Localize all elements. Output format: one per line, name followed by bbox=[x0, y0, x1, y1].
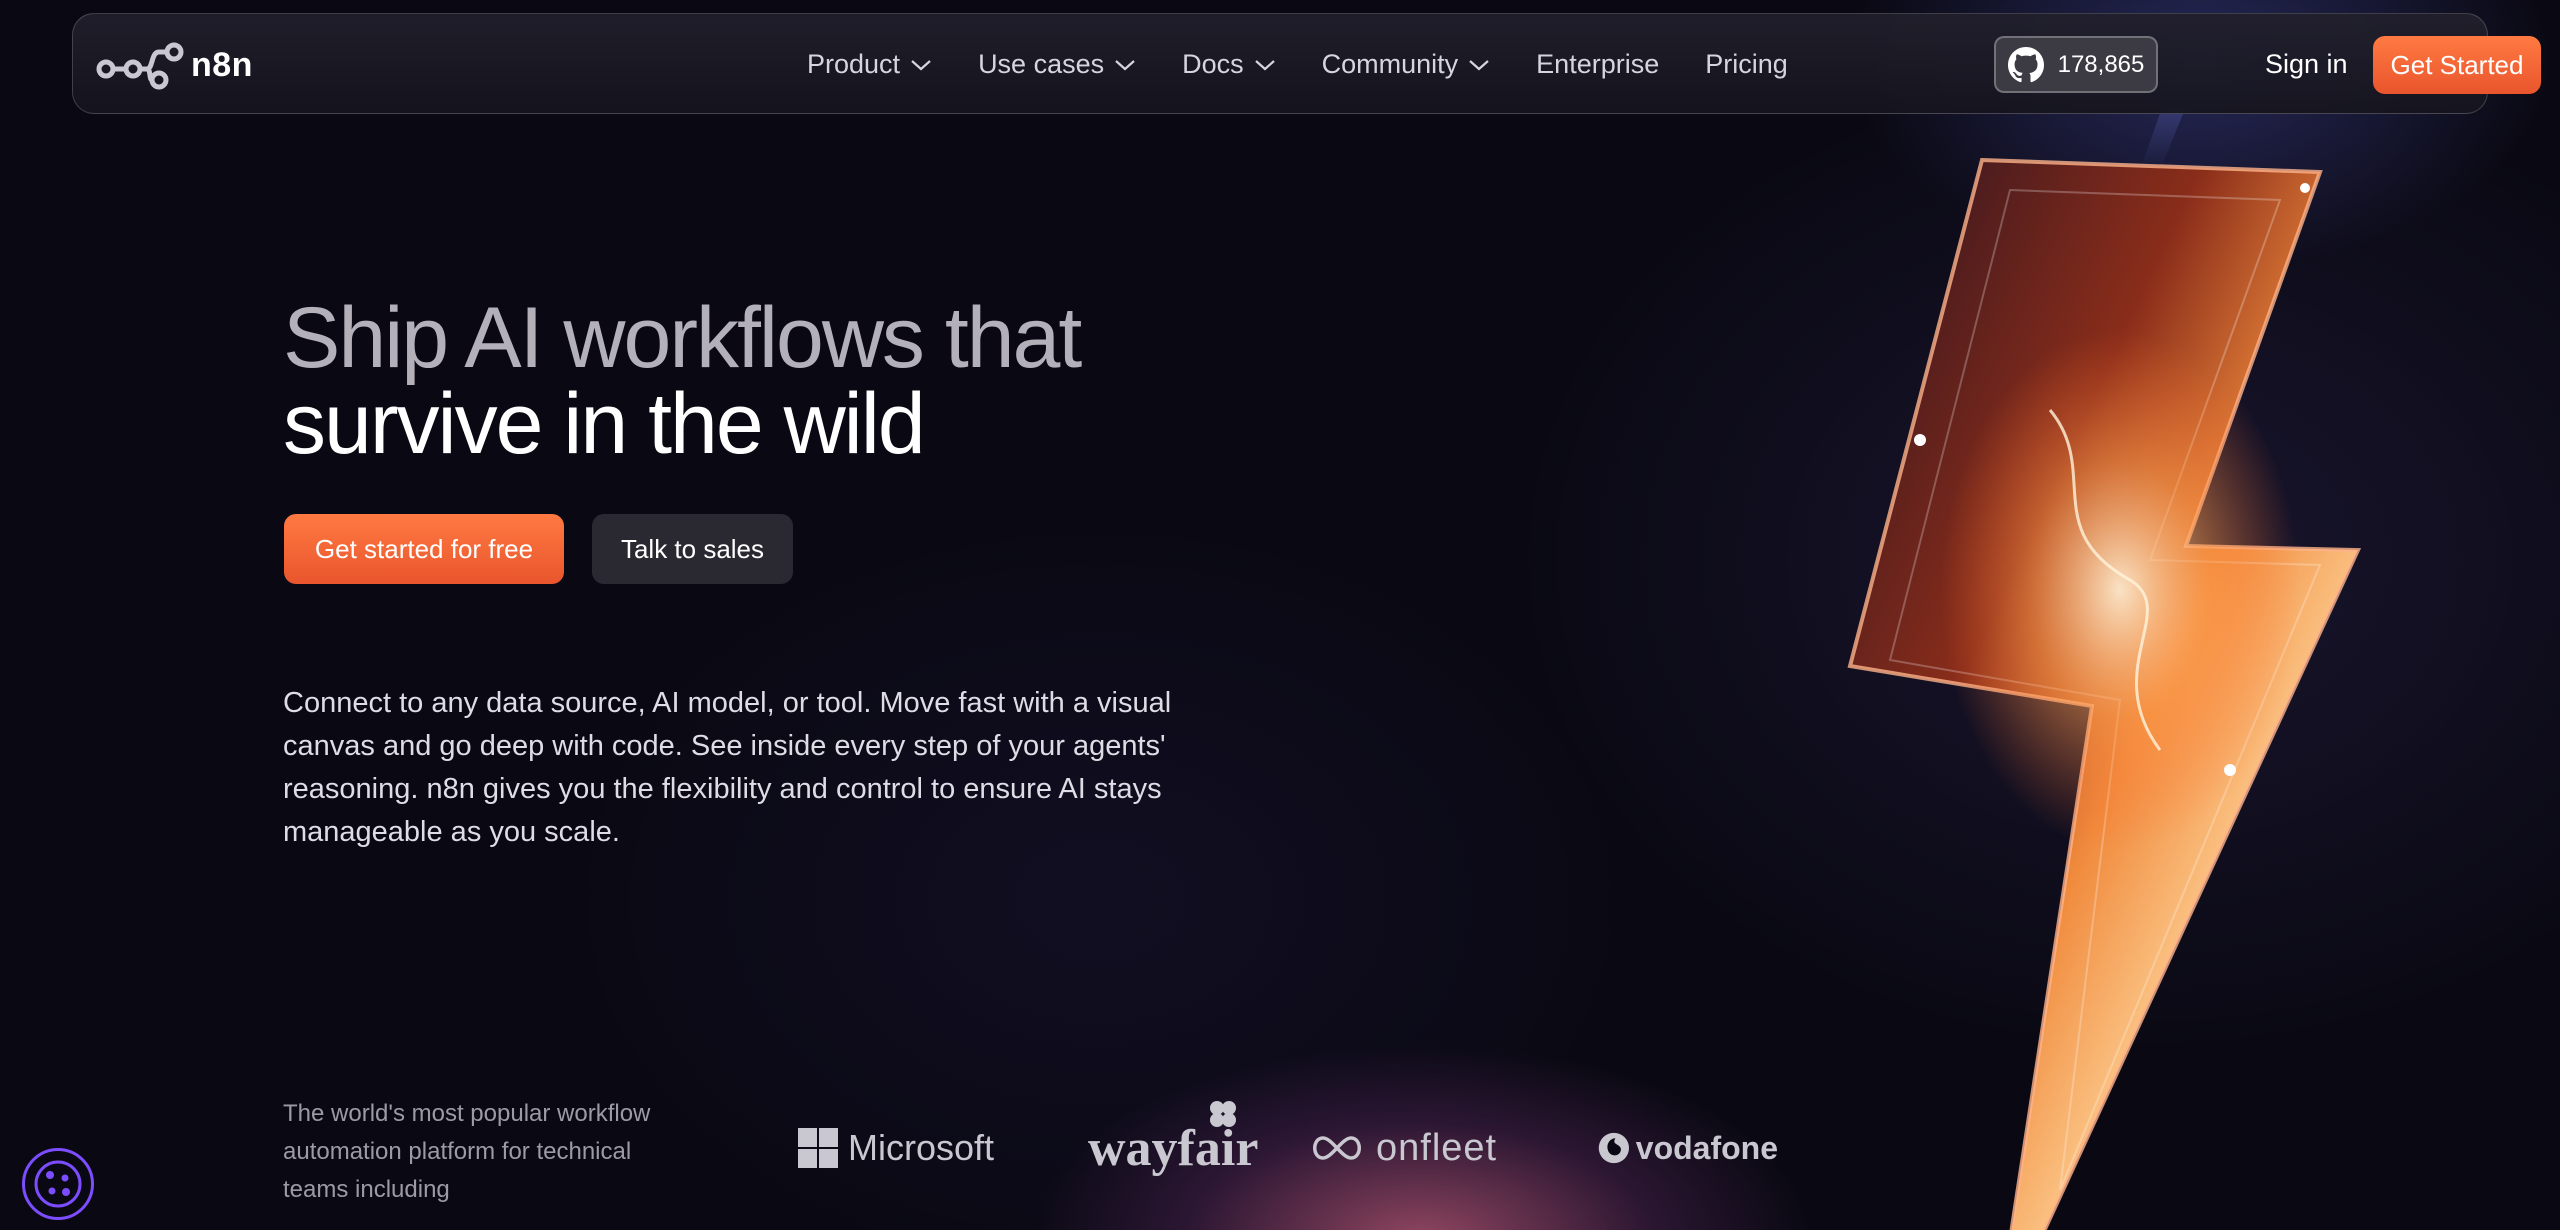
chevron-down-icon bbox=[911, 59, 931, 70]
wayfair-pinwheel-icon bbox=[1210, 1100, 1236, 1127]
onfleet-logo: onfleet bbox=[1308, 1127, 1508, 1170]
chevron-down-icon bbox=[1254, 59, 1275, 70]
nav-item-label: Product bbox=[807, 49, 901, 79]
microsoft-squares-icon bbox=[798, 1128, 838, 1168]
get-started-free-button[interactable]: Get started for free bbox=[284, 514, 564, 584]
github-stars-button[interactable]: 178,865 bbox=[1994, 36, 2158, 93]
vodafone-wordmark: vodafone bbox=[1635, 1129, 1778, 1166]
n8n-logo-icon bbox=[96, 42, 184, 90]
nav-item-label: Use cases bbox=[978, 49, 1105, 79]
onfleet-wordmark: onfleet bbox=[1376, 1126, 1498, 1169]
background-glow bbox=[0, 0, 2560, 1230]
wayfair-logo: wayfair bbox=[1088, 1100, 1258, 1178]
nav-item-label: Community bbox=[1321, 49, 1459, 79]
talk-to-sales-button[interactable]: Talk to sales bbox=[592, 514, 793, 584]
vodafone-logo: vodafone bbox=[1598, 1127, 1778, 1169]
n8n-logo[interactable]: n8n bbox=[95, 40, 253, 90]
hero-title-line-2: survive in the wild bbox=[283, 376, 926, 472]
chevron-down-icon bbox=[1115, 59, 1135, 70]
nav-item-community[interactable]: Community bbox=[1322, 49, 1491, 80]
microsoft-logo: Microsoft bbox=[798, 1127, 998, 1169]
vodafone-speechmark-icon bbox=[1598, 1132, 1630, 1164]
nav-item-enterprise[interactable]: Enterprise bbox=[1536, 49, 1659, 80]
customer-logos: Microsoft wayfair onfleet vodafone bbox=[798, 1100, 1778, 1188]
github-star-count: 178,865 bbox=[2057, 50, 2145, 78]
hero-title-line-1: Ship AI workflows that bbox=[283, 290, 1082, 386]
chevron-down-icon bbox=[1469, 59, 1489, 70]
nav-item-pricing[interactable]: Pricing bbox=[1705, 49, 1788, 80]
microsoft-wordmark: Microsoft bbox=[848, 1127, 995, 1168]
onfleet-infinity-icon bbox=[1313, 1136, 1361, 1160]
get-started-button[interactable]: Get Started bbox=[2373, 36, 2541, 94]
trust-text: The world's most popular workflow automa… bbox=[283, 1100, 651, 1203]
nav-item-product[interactable]: Product bbox=[807, 49, 932, 80]
hero-title: Ship AI workflows that survive in the wi… bbox=[283, 295, 1283, 467]
nav-item-docs[interactable]: Docs bbox=[1182, 49, 1276, 80]
logo-text: n8n bbox=[191, 45, 253, 84]
nav-item-label: Docs bbox=[1182, 49, 1244, 79]
cookie-settings-button[interactable] bbox=[22, 1148, 94, 1220]
main-nav: Product Use cases Docs Community Enterpr… bbox=[807, 14, 1834, 115]
cookie-icon bbox=[34, 1160, 82, 1208]
github-icon bbox=[2007, 46, 2044, 82]
nav-item-use-cases[interactable]: Use cases bbox=[978, 49, 1136, 80]
nav-item-label: Enterprise bbox=[1536, 49, 1660, 79]
sign-in-link[interactable]: Sign in bbox=[2265, 44, 2348, 84]
nav-item-label: Pricing bbox=[1705, 49, 1788, 79]
top-navbar: n8n Product Use cases Docs Community Ent… bbox=[72, 13, 2541, 115]
hero-description: Connect to any data source, AI model, or… bbox=[283, 687, 1172, 848]
lightning-bolt-illustration bbox=[1800, 0, 2420, 1230]
